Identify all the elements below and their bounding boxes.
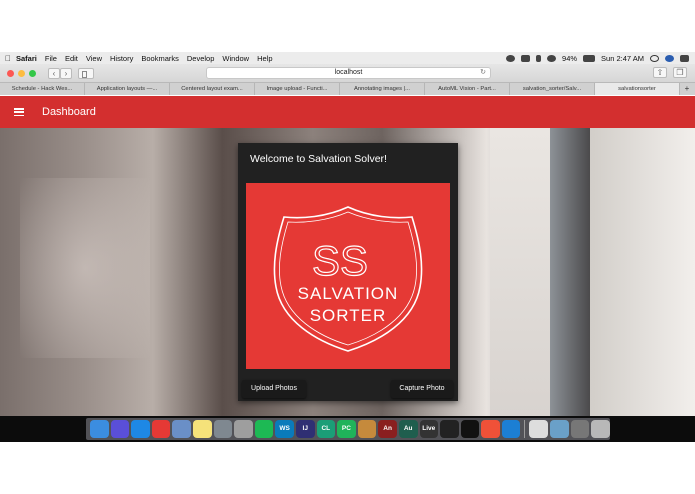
- browser-toolbar: ‹ › localhost ↻ ⇧ ❐: [0, 64, 695, 82]
- menu-develop[interactable]: Develop: [187, 54, 215, 63]
- bluetooth-icon[interactable]: [536, 54, 542, 62]
- browser-tab[interactable]: Annotating images |...: [340, 83, 425, 95]
- menu-window[interactable]: Window: [222, 54, 249, 63]
- app-header: Dashboard: [0, 96, 695, 128]
- trash-icon[interactable]: [591, 420, 610, 438]
- live-icon[interactable]: Live: [419, 420, 439, 438]
- tab-overview-icon[interactable]: ❐: [673, 67, 687, 78]
- minimize-window-button[interactable]: [18, 69, 25, 77]
- dock-separator: [524, 420, 526, 438]
- page-title: Dashboard: [42, 106, 96, 118]
- salvation-sorter-logo: SS SALVATION SORTER: [246, 183, 450, 369]
- browser-tab[interactable]: salvation_sorter/Salv...: [510, 83, 595, 95]
- screen:  Safari File Edit View History Bookmark…: [0, 0, 695, 494]
- menu-bookmarks[interactable]: Bookmarks: [141, 54, 179, 63]
- window-controls: [7, 69, 36, 77]
- animate-icon[interactable]: An: [378, 420, 397, 438]
- audition-icon[interactable]: Au: [398, 420, 418, 438]
- preview-icon[interactable]: [172, 420, 191, 438]
- upload-photos-button[interactable]: Upload Photos: [242, 380, 306, 398]
- menu-edit[interactable]: Edit: [65, 54, 78, 63]
- menu-view[interactable]: View: [86, 54, 102, 63]
- logo-line2: SORTER: [310, 306, 387, 325]
- forward-icon[interactable]: ›: [60, 67, 72, 79]
- share-icon[interactable]: ⇧: [653, 67, 667, 78]
- history-navigation: ‹ ›: [48, 67, 72, 79]
- chrome-icon[interactable]: [151, 420, 171, 438]
- new-tab-button[interactable]: +: [680, 83, 694, 95]
- address-bar-url: localhost: [334, 69, 363, 76]
- xcode-icon[interactable]: [501, 420, 521, 438]
- creative-cloud-icon[interactable]: [506, 54, 516, 62]
- battery-percent: 94%: [562, 53, 578, 63]
- card-title: Welcome to Salvation Solver!: [250, 153, 387, 165]
- macos-menu-bar:  Safari File Edit View History Bookmark…: [0, 52, 695, 64]
- siri-icon[interactable]: [110, 420, 130, 438]
- hand-tool-icon[interactable]: [529, 420, 549, 438]
- disk-utility-icon[interactable]: [234, 420, 253, 438]
- reload-icon[interactable]: ↻: [480, 68, 486, 78]
- capture-photo-button[interactable]: Capture Photo: [391, 380, 453, 398]
- intellij-icon[interactable]: IJ: [295, 420, 315, 438]
- webstorm-icon[interactable]: WS: [275, 420, 294, 438]
- menu-icon[interactable]: [14, 108, 24, 116]
- user-avatar-icon[interactable]: [665, 54, 674, 62]
- unity-icon[interactable]: [440, 420, 459, 438]
- logo-monogram: SS: [312, 237, 368, 284]
- sidebar-toggle-icon[interactable]: [78, 67, 94, 79]
- zoom-window-button[interactable]: [29, 69, 36, 77]
- safari-icon[interactable]: [131, 420, 150, 438]
- notification-center-icon[interactable]: [680, 54, 689, 62]
- logo-line1: SALVATION: [298, 284, 399, 303]
- browser-tab[interactable]: AutoML Vision - Part...: [425, 83, 510, 95]
- clion-icon[interactable]: CL: [316, 420, 336, 438]
- browser-tab[interactable]: Schedule - Hack Wes...: [0, 83, 85, 95]
- word-icon[interactable]: [570, 420, 590, 438]
- browser-tab[interactable]: Image upload - Functi...: [255, 83, 340, 95]
- browser-tab[interactable]: Application layouts —...: [85, 83, 170, 95]
- shield-logo-icon: SS SALVATION SORTER: [273, 206, 423, 352]
- menu-app-name[interactable]: Safari: [16, 54, 37, 63]
- menubar-clock[interactable]: Sun 2:47 AM: [601, 54, 644, 63]
- browser-tab[interactable]: Centered layout exam...: [170, 83, 255, 95]
- menu-help[interactable]: Help: [257, 54, 272, 63]
- welcome-card: Welcome to Salvation Solver! SS SALVATIO…: [238, 143, 458, 401]
- system-preferences-icon[interactable]: [213, 420, 233, 438]
- notes-icon[interactable]: [192, 420, 212, 438]
- macos-dock: WS IJ CL PC An Au Live: [0, 416, 695, 442]
- photos-icon[interactable]: [550, 420, 569, 438]
- toolbar-right-buttons: ⇧ ❐: [653, 67, 687, 78]
- spotify-icon[interactable]: [254, 420, 274, 438]
- pycharm-icon[interactable]: PC: [337, 420, 356, 438]
- address-bar[interactable]: localhost ↻: [206, 67, 491, 79]
- wifi-icon[interactable]: [547, 54, 557, 62]
- back-icon[interactable]: ‹: [48, 67, 60, 79]
- menubar-status-area: 94% Sun 2:47 AM: [506, 54, 695, 63]
- dock-shelf: WS IJ CL PC An Au Live: [86, 418, 610, 440]
- finder-icon[interactable]: [90, 420, 109, 438]
- terminal-icon[interactable]: [460, 420, 480, 438]
- swift-icon[interactable]: [481, 420, 500, 438]
- apple-icon[interactable]: : [0, 54, 16, 63]
- menu-history[interactable]: History: [110, 54, 133, 63]
- browser-tab-active[interactable]: salvationsorter: [595, 83, 680, 95]
- browser-tab-bar: Schedule - Hack Wes... Application layou…: [0, 82, 695, 95]
- battery-icon[interactable]: [583, 54, 596, 62]
- close-window-button[interactable]: [7, 69, 14, 77]
- spotlight-search-icon[interactable]: [650, 54, 659, 62]
- books-icon[interactable]: [357, 420, 377, 438]
- airplay-icon[interactable]: [521, 54, 531, 62]
- menu-file[interactable]: File: [45, 54, 57, 63]
